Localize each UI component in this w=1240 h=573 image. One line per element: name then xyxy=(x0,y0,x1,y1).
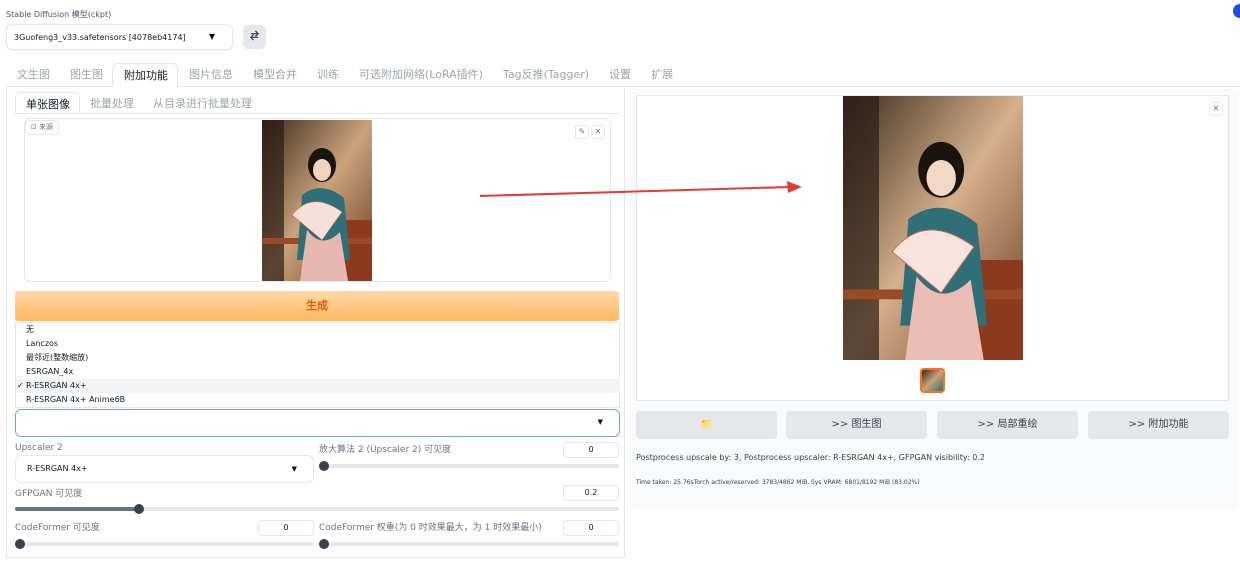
clear-icon[interactable]: ✕ xyxy=(591,125,605,139)
open-folder-button[interactable]: 📁 xyxy=(636,411,777,439)
timing-info: Time taken: 25.76sTorch active/reserved:… xyxy=(636,479,920,486)
model-select-value: 3Guofeng3_v33.safetensors [4078eb4174] xyxy=(14,33,186,42)
status-dot xyxy=(1233,4,1240,18)
upscaler2-label: Upscaler 2 xyxy=(15,443,63,453)
generation-info: Postprocess upscale by: 3, Postprocess u… xyxy=(636,453,985,462)
tab-img2img[interactable]: 图生图 xyxy=(59,63,112,87)
upscaler2-visibility-slider[interactable] xyxy=(319,461,619,471)
codeformer-label: CodeFormer 可见度 xyxy=(15,523,100,533)
tab-lora[interactable]: 可选附加网络(LoRA插件) xyxy=(348,63,492,87)
tab-merge[interactable]: 模型合并 xyxy=(242,63,306,87)
gfpgan-input[interactable]: 0.2 xyxy=(563,485,619,501)
codeformer-slider[interactable] xyxy=(15,539,314,549)
thumbnail-image xyxy=(922,370,943,391)
folder-icon: 📁 xyxy=(700,419,713,430)
source-image xyxy=(262,120,372,281)
upscaler-option-label: R-ESRGAN 4x+ xyxy=(26,381,87,390)
gfpgan-slider[interactable] xyxy=(15,504,619,514)
codeformer-weight-input[interactable]: 0 xyxy=(563,520,619,536)
upscaler-option[interactable]: Lanczos xyxy=(16,337,620,351)
upscaler1-select[interactable]: ▼ xyxy=(15,409,620,437)
upscaler-option[interactable]: ESRGAN_4x xyxy=(16,365,620,379)
source-label-text: 来源 xyxy=(39,123,54,131)
tab-extras[interactable]: 附加功能 xyxy=(112,63,178,87)
slider-thumb[interactable] xyxy=(319,539,329,549)
tab-extensions[interactable]: 扩展 xyxy=(640,63,682,87)
source-label: ⊡ 来源 xyxy=(25,120,60,135)
main-tabs: 文生图 图生图 附加功能 图片信息 模型合并 训练 可选附加网络(LoRA插件)… xyxy=(6,63,1240,87)
upscaler2-visibility-label: 放大算法 2 (Upscaler 2) 可见度 xyxy=(319,445,452,455)
subtab-batch[interactable]: 批量处理 xyxy=(80,92,143,113)
subtab-divider xyxy=(15,113,619,114)
upscaler-option[interactable]: 最邻近(整数缩放) xyxy=(16,351,620,365)
send-to-inpaint-button[interactable]: >> 局部重绘 xyxy=(937,411,1078,439)
generate-button[interactable]: 生成 xyxy=(15,291,619,321)
checkmark-icon: ✓ xyxy=(17,381,24,390)
refresh-model-button[interactable] xyxy=(243,25,266,49)
upscaler-option-selected[interactable]: ✓ R-ESRGAN 4x+ xyxy=(16,379,620,393)
tab-tagger[interactable]: Tag反推(Tagger) xyxy=(492,63,598,87)
model-select[interactable]: 3Guofeng3_v33.safetensors [4078eb4174] ▼ xyxy=(6,24,233,50)
model-label: Stable Diffusion 模型(ckpt) xyxy=(6,10,112,19)
slider-thumb[interactable] xyxy=(319,461,329,471)
output-thumbnail[interactable] xyxy=(920,368,945,393)
codeformer-weight-slider[interactable] xyxy=(319,539,619,549)
subtab-batch-dir[interactable]: 从目录进行批量处理 xyxy=(143,92,261,113)
upscaler-option[interactable]: 无 xyxy=(16,323,620,337)
swap-arrows-icon xyxy=(249,30,260,41)
tab-train[interactable]: 训练 xyxy=(306,63,348,87)
extras-subtabs: 单张图像 批量处理 从目录进行批量处理 xyxy=(15,92,261,113)
upscaler2-select[interactable]: R-ESRGAN 4x+ ▼ xyxy=(15,455,314,483)
subtab-single[interactable]: 单张图像 xyxy=(15,92,80,113)
tab-settings[interactable]: 设置 xyxy=(598,63,640,87)
chevron-down-icon: ▼ xyxy=(597,418,603,426)
upscaler2-value: R-ESRGAN 4x+ xyxy=(27,464,88,473)
slider-fill xyxy=(15,507,138,511)
upscaler1-dropdown: 无 Lanczos 最邻近(整数缩放) ESRGAN_4x ✓ R-ESRGAN… xyxy=(15,322,620,408)
send-to-img2img-button[interactable]: >> 图生图 xyxy=(786,411,927,439)
image-icon: ⊡ xyxy=(31,123,40,131)
upscaler-option[interactable]: R-ESRGAN 4x+ Anime6B xyxy=(16,393,620,407)
chevron-down-icon: ▼ xyxy=(291,465,297,473)
gfpgan-label: GFPGAN 可见度 xyxy=(15,489,83,499)
send-to-extras-button[interactable]: >> 附加功能 xyxy=(1088,411,1229,439)
edit-icon[interactable]: ✎ xyxy=(575,125,589,139)
codeformer-weight-label: CodeFormer 权重(为 0 时效果最大，为 1 时效果最小) xyxy=(319,523,542,533)
tab-txt2img[interactable]: 文生图 xyxy=(6,63,59,87)
upscaler2-visibility-input[interactable]: 0 xyxy=(563,442,619,458)
tab-png-info[interactable]: 图片信息 xyxy=(178,63,242,87)
chevron-down-icon: ▼ xyxy=(208,32,215,41)
slider-thumb[interactable] xyxy=(134,504,144,514)
slider-thumb[interactable] xyxy=(15,539,25,549)
close-icon[interactable]: ✕ xyxy=(1209,102,1223,116)
output-image[interactable] xyxy=(843,96,1023,360)
annotation-arrow xyxy=(479,181,802,197)
codeformer-input[interactable]: 0 xyxy=(258,520,314,536)
